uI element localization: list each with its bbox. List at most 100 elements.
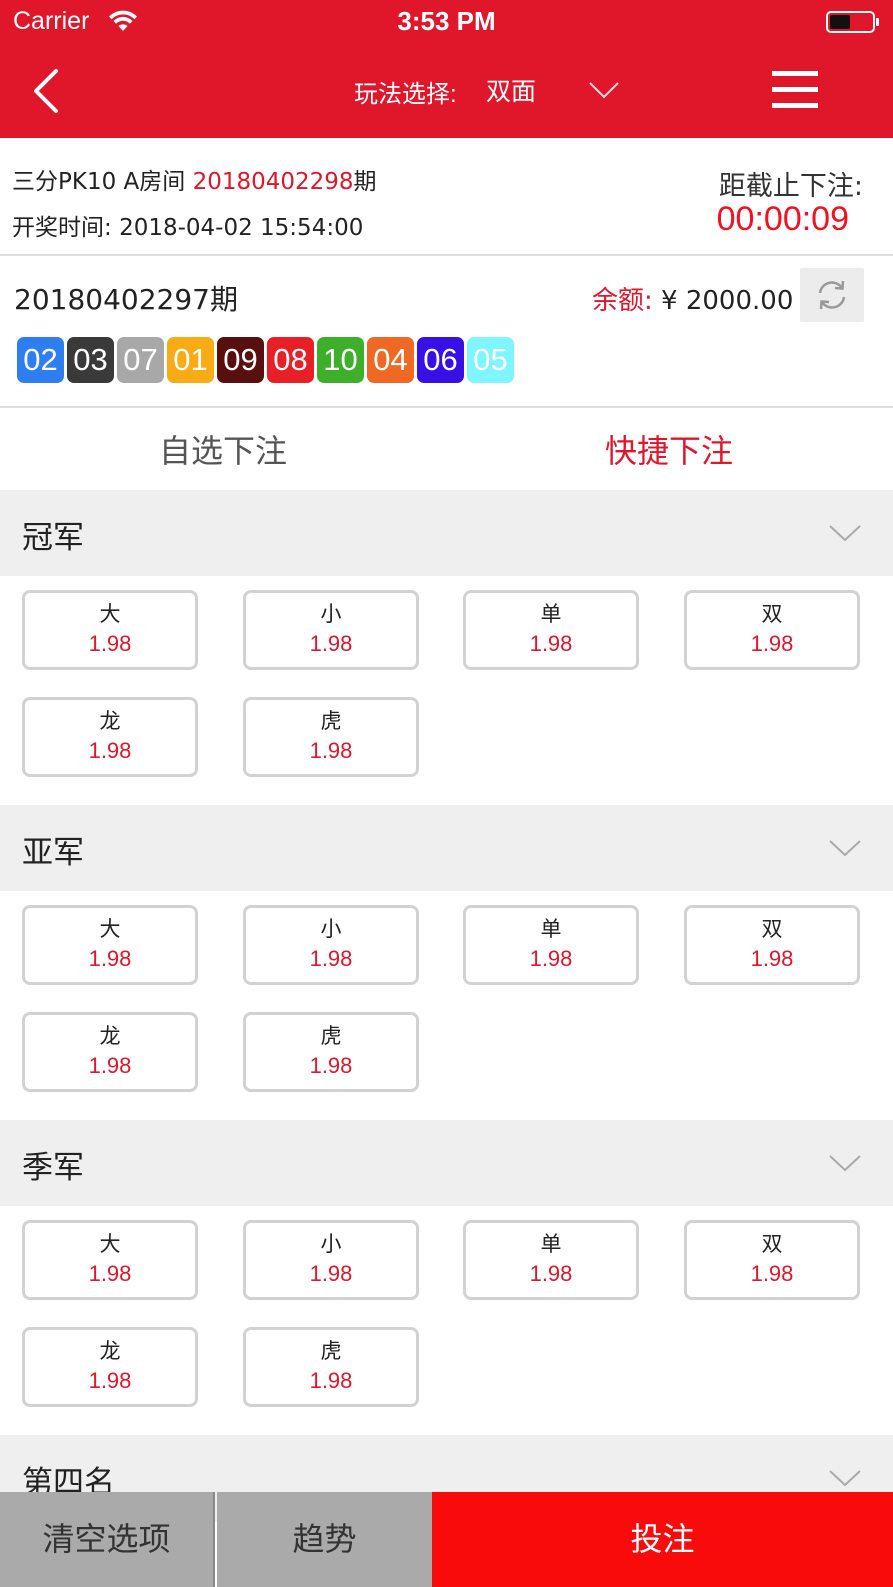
menu-button[interactable] <box>742 44 893 138</box>
result-ball: 05 <box>467 337 514 383</box>
result-ball: 10 <box>317 337 364 383</box>
bet-option-odds: 1.98 <box>88 631 132 656</box>
bet-option-button[interactable]: 双 1.98 <box>684 905 860 985</box>
chevron-down-icon[interactable] <box>828 837 862 859</box>
tab-custom-bet[interactable]: 自选下注 <box>0 408 446 496</box>
play-selector-label[interactable]: 玩法选择: <box>354 74 457 109</box>
bet-option-button[interactable]: 龙 1.98 <box>22 697 198 777</box>
app-header: Carrier 3:53 PM 玩法选择: 双面 <box>0 0 893 138</box>
back-icon[interactable] <box>28 66 68 116</box>
section-header[interactable]: 冠军 <box>0 490 893 576</box>
bet-option-name: 小 <box>320 1232 342 1256</box>
bet-option-button[interactable]: 小 1.98 <box>243 1220 419 1300</box>
result-ball: 08 <box>267 337 314 383</box>
bet-option-name: 虎 <box>320 1339 342 1363</box>
chevron-down-icon[interactable] <box>828 1152 862 1174</box>
bet-option-odds: 1.98 <box>529 1261 573 1286</box>
bet-option-odds: 1.98 <box>309 1368 353 1393</box>
bet-option-button[interactable]: 单 1.98 <box>463 590 639 670</box>
bet-option-odds: 1.98 <box>88 738 132 763</box>
place-bet-button[interactable]: 投注 <box>432 1492 893 1587</box>
bet-option-name: 虎 <box>320 1024 342 1048</box>
chevron-down-icon[interactable] <box>588 80 620 100</box>
bet-option-button[interactable]: 龙 1.98 <box>22 1012 198 1092</box>
tab-quick-bet[interactable]: 快捷下注 <box>446 408 892 496</box>
section-title: 冠军 <box>22 520 84 556</box>
draw-time-line: 开奖时间: 2018-04-02 15:54:00 <box>12 208 363 242</box>
current-draw-info: 三分PK10 A房间 20180402298期 开奖时间: 2018-04-02… <box>0 138 893 256</box>
section-header[interactable]: 亚军 <box>0 805 893 891</box>
bet-option-name: 龙 <box>99 1339 121 1363</box>
bet-option-button[interactable]: 虎 1.98 <box>243 1327 419 1407</box>
bet-option-button[interactable]: 双 1.98 <box>684 1220 860 1300</box>
bet-option-name: 大 <box>99 917 121 941</box>
bet-option-odds: 1.98 <box>88 1053 132 1078</box>
bet-option-odds: 1.98 <box>750 946 794 971</box>
bet-mode-tabs: 自选下注 快捷下注 <box>0 408 893 496</box>
chevron-down-icon[interactable] <box>828 522 862 544</box>
bet-option-name: 单 <box>540 602 562 626</box>
draw-time-label: 开奖时间: <box>12 215 112 241</box>
bet-option-name: 虎 <box>320 709 342 733</box>
bet-option-button[interactable]: 单 1.98 <box>463 1220 639 1300</box>
clear-selection-button[interactable]: 清空选项 <box>0 1492 215 1587</box>
issue-suffix: 期 <box>353 169 377 195</box>
bet-option-name: 单 <box>540 917 562 941</box>
result-ball: 02 <box>17 337 64 383</box>
bet-option-odds: 1.98 <box>529 631 573 656</box>
result-ball: 04 <box>367 337 414 383</box>
countdown-timer: 00:00:09 <box>716 200 849 238</box>
bet-option-button[interactable]: 虎 1.98 <box>243 697 419 777</box>
bet-option-name: 大 <box>99 1232 121 1256</box>
bet-option-odds: 1.98 <box>88 1261 132 1286</box>
bet-option-button[interactable]: 虎 1.98 <box>243 1012 419 1092</box>
bet-option-name: 龙 <box>99 1024 121 1048</box>
bet-option-name: 小 <box>320 917 342 941</box>
play-selector-value[interactable]: 双面 <box>486 72 536 108</box>
refresh-icon <box>818 280 846 310</box>
game-room: 三分PK10 A房间 <box>12 169 186 195</box>
bet-option-odds: 1.98 <box>309 738 353 763</box>
refresh-button[interactable] <box>800 268 864 322</box>
bet-option-button[interactable]: 大 1.98 <box>22 590 198 670</box>
current-issue-line: 三分PK10 A房间 20180402298期 <box>12 162 377 196</box>
bet-option-button[interactable]: 龙 1.98 <box>22 1327 198 1407</box>
bet-option-name: 小 <box>320 602 342 626</box>
result-balls: 02 03 07 01 09 08 10 04 06 05 <box>17 337 514 383</box>
result-ball: 03 <box>67 337 114 383</box>
bet-option-button[interactable]: 小 1.98 <box>243 905 419 985</box>
bet-option-odds: 1.98 <box>309 631 353 656</box>
section-title: 季军 <box>22 1150 84 1186</box>
bet-option-odds: 1.98 <box>309 946 353 971</box>
bet-option-odds: 1.98 <box>750 1261 794 1286</box>
status-bar: Carrier 3:53 PM <box>0 0 893 44</box>
last-issue-number: 20180402297期 <box>14 283 238 316</box>
menu-icon <box>772 71 818 108</box>
chevron-down-icon[interactable] <box>828 1467 862 1489</box>
section-header[interactable]: 季军 <box>0 1120 893 1206</box>
trend-button[interactable]: 趋势 <box>217 1492 432 1587</box>
result-ball: 09 <box>217 337 264 383</box>
bet-option-button[interactable]: 双 1.98 <box>684 590 860 670</box>
bet-option-name: 双 <box>761 1232 783 1256</box>
deadline-label: 距截止下注: <box>718 171 863 202</box>
status-time: 3:53 PM <box>397 6 496 36</box>
bet-option-button[interactable]: 小 1.98 <box>243 590 419 670</box>
bet-option-button[interactable]: 大 1.98 <box>22 905 198 985</box>
bet-option-name: 双 <box>761 602 783 626</box>
bet-option-button[interactable]: 单 1.98 <box>463 905 639 985</box>
bet-option-odds: 1.98 <box>750 631 794 656</box>
result-ball: 07 <box>117 337 164 383</box>
bet-option-name: 双 <box>761 917 783 941</box>
bottom-action-bar: 清空选项 趋势 投注 <box>0 1492 893 1587</box>
bet-option-odds: 1.98 <box>309 1261 353 1286</box>
draw-time-value: 2018-04-02 15:54:00 <box>119 215 364 241</box>
battery-icon <box>826 11 879 33</box>
bet-option-button[interactable]: 大 1.98 <box>22 1220 198 1300</box>
current-issue-number: 20180402298 <box>192 169 354 195</box>
bet-option-odds: 1.98 <box>88 946 132 971</box>
section-title: 亚军 <box>22 835 84 871</box>
bet-option-odds: 1.98 <box>88 1368 132 1393</box>
bet-option-odds: 1.98 <box>309 1053 353 1078</box>
bet-option-name: 大 <box>99 602 121 626</box>
